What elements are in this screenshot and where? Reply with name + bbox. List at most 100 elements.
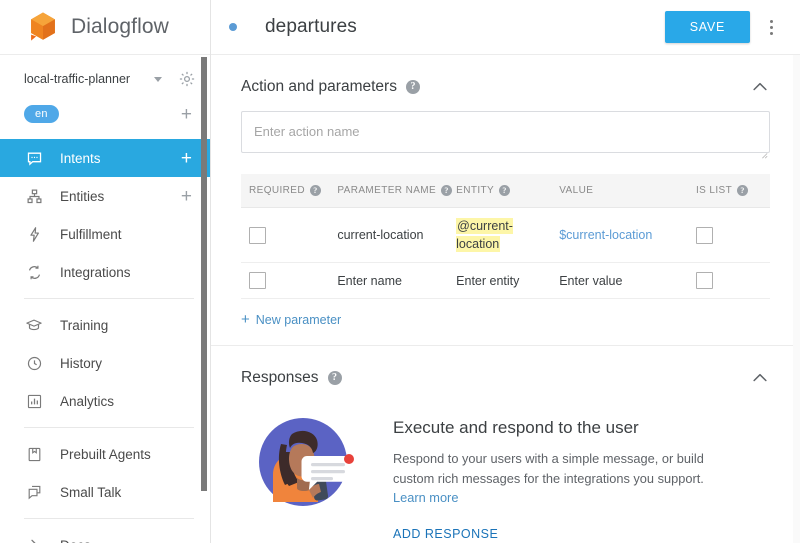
cell-value-placeholder[interactable]: Enter value — [551, 262, 688, 300]
sidebar-item-history[interactable]: History — [0, 344, 210, 382]
more-vertical-icon[interactable] — [758, 19, 784, 35]
responses-section-header[interactable]: Responses ? — [231, 346, 780, 402]
action-name-field-wrap — [231, 111, 780, 159]
sidebar-scrollbar-thumb[interactable] — [201, 57, 207, 491]
bolt-icon — [24, 224, 44, 244]
is-list-checkbox[interactable] — [695, 272, 713, 290]
help-icon[interactable]: ? — [499, 185, 511, 196]
sidebar-item-integrations[interactable]: Integrations — [0, 253, 210, 291]
responses-empty-body: Respond to your users with a simple mess… — [393, 449, 728, 507]
gear-icon[interactable] — [178, 70, 196, 88]
parameters-table-header-row: REQUIRED? PARAMETER NAME? ENTITY? VALUE … — [241, 174, 770, 209]
column-header-is-list: IS LIST? — [687, 174, 770, 209]
agent-name: local-traffic-planner — [24, 72, 131, 86]
chevron-up-icon[interactable] — [750, 77, 770, 97]
is-list-checkbox[interactable] — [695, 226, 713, 244]
action-section-header[interactable]: Action and parameters ? — [231, 55, 780, 111]
dialogflow-console: Dialogflow local-traffic-planner en + In… — [0, 0, 800, 543]
sidebar-item-training[interactable]: Training — [0, 306, 210, 344]
responses-empty-body-text: Respond to your users with a simple mess… — [393, 451, 704, 486]
sidebar-item-intents[interactable]: Intents + — [0, 139, 210, 177]
help-icon[interactable]: ? — [441, 185, 453, 196]
responses-empty-state: Execute and respond to the user Respond … — [231, 402, 780, 543]
table-row: Enter name Enter entity Enter value — [241, 262, 770, 300]
sidebar-item-analytics[interactable]: Analytics — [0, 382, 210, 420]
cell-required — [241, 262, 330, 300]
cell-parameter-name[interactable]: current-location — [329, 207, 449, 264]
help-icon[interactable]: ? — [327, 371, 342, 386]
agent-selector[interactable]: local-traffic-planner — [0, 61, 210, 97]
sidebar-item-label: Docs — [60, 538, 91, 543]
learn-more-link[interactable]: Learn more — [393, 488, 458, 507]
sidebar-item-fulfillment[interactable]: Fulfillment — [0, 215, 210, 253]
sidebar-item-label: History — [60, 355, 103, 371]
action-name-input[interactable] — [241, 111, 770, 153]
parameters-table: REQUIRED? PARAMETER NAME? ENTITY? VALUE … — [241, 174, 770, 300]
dialogflow-cube-logo-icon — [26, 10, 60, 44]
table-row: current-location @current-location $curr… — [241, 207, 770, 264]
chevron-up-icon[interactable] — [750, 368, 770, 388]
cell-entity[interactable]: @current-location — [448, 207, 552, 264]
add-intent-plus-icon[interactable]: + — [181, 149, 192, 168]
cell-required — [241, 207, 330, 264]
add-entity-plus-icon[interactable]: + — [181, 187, 192, 206]
plus-icon: + — [241, 311, 250, 329]
chat-bubbles-icon — [24, 482, 44, 502]
column-header-value: VALUE — [551, 174, 688, 209]
cell-entity-placeholder[interactable]: Enter entity — [448, 262, 552, 300]
refresh-arrows-icon — [24, 262, 44, 282]
column-label: VALUE — [559, 185, 594, 197]
sidebar-item-entities[interactable]: Entities + — [0, 177, 210, 215]
brand-name: Dialogflow — [71, 15, 169, 38]
cell-is-list — [687, 262, 770, 300]
help-icon[interactable]: ? — [309, 185, 321, 196]
required-checkbox[interactable] — [249, 226, 266, 244]
graduation-cap-icon — [24, 315, 44, 335]
entity-highlight: @current-location — [456, 218, 513, 253]
sidebar-item-small-talk[interactable]: Small Talk — [0, 473, 210, 511]
book-icon — [24, 444, 44, 464]
column-header-parameter-name: PARAMETER NAME? — [329, 174, 453, 209]
responses-empty-text: Execute and respond to the user Respond … — [393, 410, 728, 543]
sidebar-divider-1 — [24, 298, 194, 299]
column-label: ENTITY — [456, 185, 495, 197]
new-parameter-label: New parameter — [255, 312, 342, 327]
cell-value[interactable]: $current-location — [551, 207, 688, 264]
sidebar: Dialogflow local-traffic-planner en + In… — [0, 0, 211, 543]
column-header-required: REQUIRED? — [241, 174, 330, 209]
sidebar-divider-2 — [24, 427, 194, 428]
help-icon[interactable]: ? — [737, 185, 749, 196]
sidebar-item-prebuilt-agents[interactable]: Prebuilt Agents — [0, 435, 210, 473]
sidebar-item-label: Intents — [60, 150, 101, 166]
add-language-plus-icon[interactable]: + — [181, 105, 192, 124]
new-parameter-button[interactable]: + New parameter — [231, 299, 351, 345]
help-icon[interactable]: ? — [405, 80, 420, 94]
save-button[interactable]: SAVE — [664, 11, 750, 43]
cell-parameter-name-placeholder[interactable]: Enter name — [329, 262, 449, 300]
bar-chart-icon — [24, 391, 44, 411]
brand-header[interactable]: Dialogflow — [0, 0, 210, 55]
sidebar-scrollbar[interactable] — [201, 57, 207, 491]
action-section-title: Action and parameters — [241, 78, 397, 95]
sidebar-item-docs[interactable]: Docs — [0, 526, 210, 543]
sidebar-nav: Intents + Entities + Fulfillment Integra… — [0, 139, 210, 543]
intent-editor-scroll[interactable]: Action and parameters ? REQUIRED? — [211, 55, 800, 543]
page-title: departures — [265, 16, 357, 37]
message-intents-icon — [24, 148, 44, 168]
responses-empty-heading: Execute and respond to the user — [393, 418, 639, 438]
language-chip-en[interactable]: en — [24, 104, 59, 124]
sidebar-item-label: Training — [60, 317, 109, 333]
main-content: departures SAVE Action and parameters ? — [211, 0, 800, 543]
language-row: en + — [0, 97, 210, 131]
caret-down-icon[interactable] — [154, 76, 162, 82]
cell-is-list — [687, 207, 770, 264]
intent-status-dot-icon — [229, 23, 237, 31]
sidebar-item-label: Integrations — [60, 264, 131, 280]
responses-section-title: Responses — [241, 369, 319, 387]
sidebar-item-label: Fulfillment — [60, 226, 122, 242]
main-scrollbar[interactable] — [793, 55, 800, 543]
add-response-button[interactable]: ADD RESPONSE — [393, 527, 498, 541]
required-checkbox[interactable] — [249, 272, 266, 290]
sidebar-item-label: Prebuilt Agents — [60, 446, 151, 462]
column-label: PARAMETER NAME — [337, 185, 437, 197]
